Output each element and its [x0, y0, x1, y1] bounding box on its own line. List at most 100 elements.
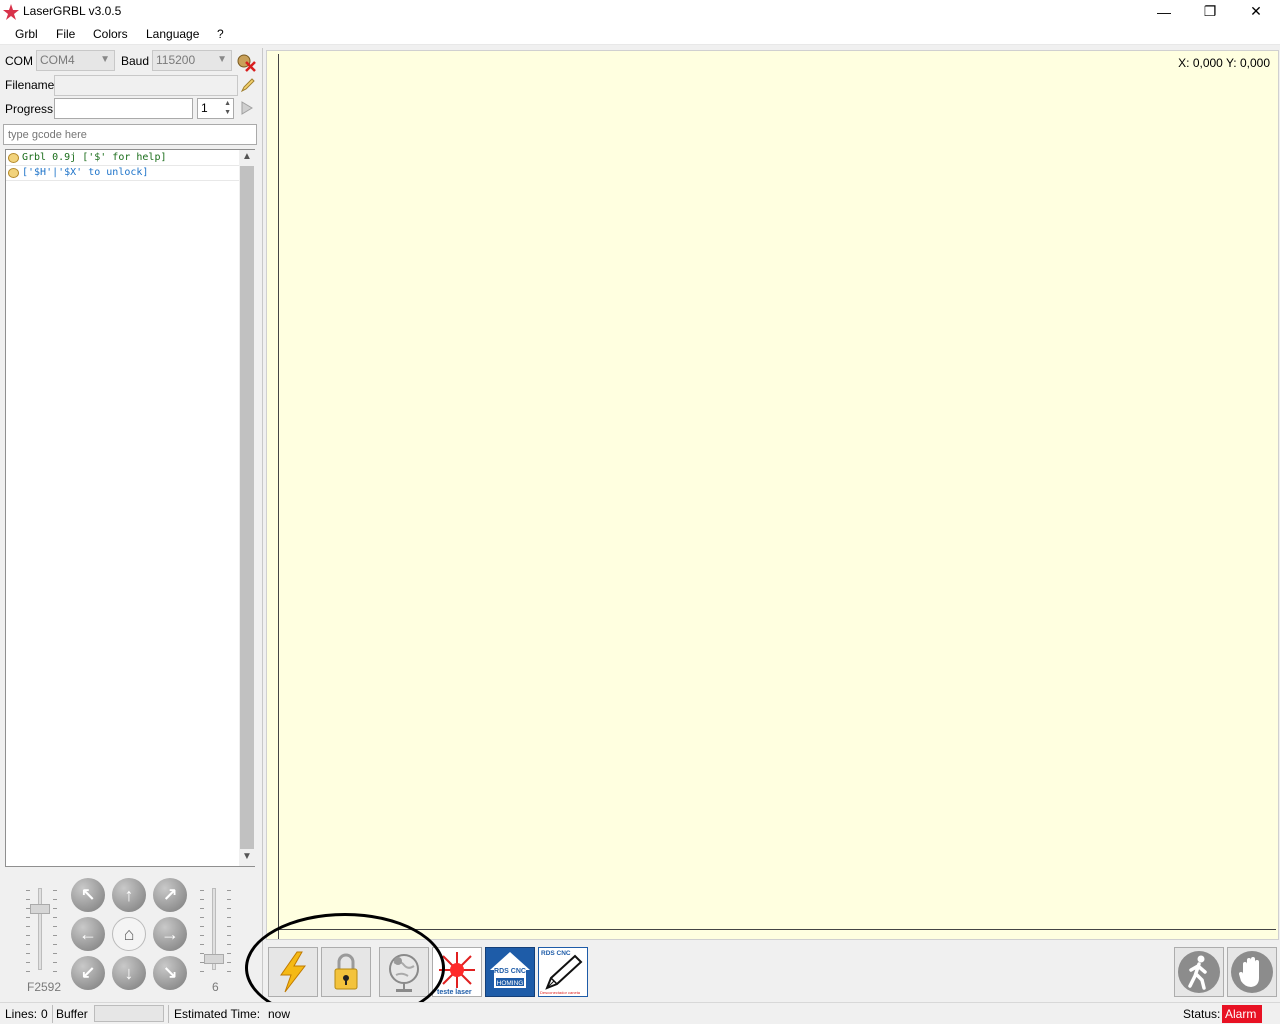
jog-home-button[interactable]: ⌂ [112, 917, 146, 951]
slider-tick [26, 908, 30, 909]
stepper-arrows-icon[interactable]: ▲ ▼ [224, 99, 231, 117]
slider-tick [26, 926, 30, 927]
speed-slider-track [38, 888, 42, 970]
status-bar: Lines: 0 Buffer Estimated Time: now Stat… [0, 1002, 1280, 1024]
step-value-label: 6 [212, 980, 219, 994]
scrollbar-thumb[interactable] [240, 166, 254, 849]
open-file-icon[interactable] [240, 77, 256, 93]
slider-tick [227, 890, 231, 891]
speed-slider-thumb[interactable] [30, 904, 50, 914]
x-axis-line [278, 929, 1276, 930]
laser-burst-icon: teste laser [437, 952, 475, 996]
step-slider[interactable] [196, 884, 236, 972]
scroll-up-icon[interactable]: ▲ [242, 151, 252, 162]
slider-tick [200, 890, 204, 891]
chevron-down-icon: ▼ [100, 54, 110, 65]
stop-button[interactable] [1227, 947, 1277, 997]
slider-tick [227, 962, 231, 963]
console-scrollbar[interactable]: ▲ ▼ [239, 150, 255, 866]
scroll-down-icon[interactable]: ▼ [242, 851, 252, 862]
buffer-bar [94, 1005, 164, 1022]
unlock-button[interactable] [321, 947, 371, 997]
slider-tick [26, 935, 30, 936]
slider-tick [53, 890, 57, 891]
lightning-bolt-icon [280, 951, 307, 993]
status-label: Status: [1183, 1007, 1221, 1021]
copies-value: 1 [201, 101, 208, 115]
homing-globe-button[interactable] [379, 947, 429, 997]
globe-location-icon [389, 954, 419, 992]
feed-hold-button[interactable] [1174, 947, 1224, 997]
slider-tick [227, 926, 231, 927]
jog-down-button[interactable]: ↓ [112, 956, 146, 990]
slider-tick [26, 899, 30, 900]
restore-button[interactable]: ❐ [1187, 0, 1233, 23]
slider-tick [227, 944, 231, 945]
stop-hand-icon [1231, 951, 1273, 993]
slider-tick [26, 953, 30, 954]
run-play-icon[interactable] [240, 100, 254, 116]
gcode-input[interactable] [3, 124, 257, 145]
console-line-text: ['$H'|'$X' to unlock] [22, 167, 149, 178]
slider-tick [200, 944, 204, 945]
jog-left-button[interactable]: ← [71, 917, 105, 951]
slider-tick [227, 908, 231, 909]
slider-tick [53, 899, 57, 900]
copies-stepper[interactable]: 1 ▲ ▼ [197, 98, 234, 119]
reset-grbl-button[interactable] [268, 947, 318, 997]
speed-slider[interactable] [22, 884, 62, 972]
chat-bubble-icon [8, 153, 19, 163]
slider-tick [200, 926, 204, 927]
rds-cnc-pen-button[interactable]: RDS CNC Desconectador caneta [538, 947, 588, 997]
jog-up-right-button[interactable]: ↗ [153, 878, 187, 912]
pen-button-top-text: RDS CNC [541, 950, 571, 957]
slider-tick [200, 935, 204, 936]
window-title: LaserGRBL v3.0.5 [23, 4, 122, 18]
jog-up-left-button[interactable]: ↖ [71, 878, 105, 912]
preview-canvas[interactable]: X: 0,000 Y: 0,000 [266, 50, 1279, 940]
menu-help[interactable]: ? [217, 27, 224, 41]
jog-down-left-button[interactable]: ↙ [71, 956, 105, 990]
slider-tick [26, 962, 30, 963]
slider-tick [227, 899, 231, 900]
baud-rate-select[interactable]: 115200 ▼ [152, 50, 232, 71]
jog-right-button[interactable]: → [153, 917, 187, 951]
menu-colors[interactable]: Colors [93, 27, 128, 41]
slider-tick [53, 908, 57, 909]
slider-tick [227, 935, 231, 936]
slider-tick [227, 971, 231, 972]
console-line: Grbl 0.9j ['$' for help] [6, 151, 239, 166]
menu-language[interactable]: Language [146, 27, 199, 41]
minimize-button[interactable]: — [1141, 0, 1187, 23]
slider-tick [53, 962, 57, 963]
test-laser-button[interactable]: teste laser [432, 947, 482, 997]
status-badge: Alarm [1222, 1005, 1262, 1023]
y-axis-line [278, 54, 279, 939]
app-logo-icon [3, 4, 19, 20]
jog-up-button[interactable]: ↑ [112, 878, 146, 912]
slider-tick [200, 917, 204, 918]
jog-down-right-button[interactable]: ↘ [153, 956, 187, 990]
estimated-time-label: Estimated Time: [174, 1007, 261, 1021]
menu-file[interactable]: File [56, 27, 75, 41]
menu-bar: Grbl File Colors Language ? [0, 23, 1280, 45]
com-port-value: COM4 [40, 53, 75, 67]
step-slider-thumb[interactable] [204, 954, 224, 964]
homing-button-bottom-text: HOMING [497, 980, 524, 987]
connect-icon[interactable] [236, 52, 256, 72]
slider-tick [53, 926, 57, 927]
slider-tick [53, 953, 57, 954]
chevron-down-icon: ▼ [217, 54, 227, 65]
slider-tick [227, 953, 231, 954]
status-separator [168, 1005, 169, 1023]
close-button[interactable]: ✕ [1233, 0, 1279, 23]
panel-splitter[interactable] [262, 48, 263, 998]
status-separator [52, 1005, 53, 1023]
filename-label: Filename [5, 78, 55, 92]
rds-cnc-homing-button[interactable]: RDS CNC HOMING [485, 947, 535, 997]
console-log[interactable]: Grbl 0.9j ['$' for help] ['$H'|'$X' to u… [5, 149, 255, 867]
com-port-select[interactable]: COM4 ▼ [36, 50, 115, 71]
console-line-text: Grbl 0.9j ['$' for help] [22, 152, 167, 163]
homing-button-top-text: RDS CNC [494, 968, 526, 975]
menu-grbl[interactable]: Grbl [15, 27, 38, 41]
